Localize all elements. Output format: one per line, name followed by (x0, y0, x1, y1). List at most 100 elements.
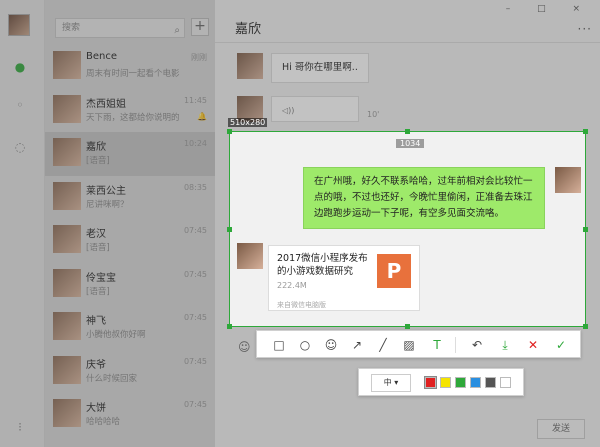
divider (215, 42, 600, 43)
resize-handle[interactable] (583, 129, 588, 134)
add-button[interactable]: + (191, 18, 209, 36)
capture-size-label: 510x280 (228, 118, 268, 127)
favorites-icon[interactable]: ◌ (13, 140, 27, 154)
contact-item[interactable]: 嘉欣 [语音] 10:24 (45, 132, 215, 176)
contact-preview: 周末有时间一起看个电影 (86, 69, 180, 79)
chat-title: 嘉欣 (235, 22, 262, 37)
text-icon[interactable]: T (427, 335, 447, 355)
contact-time: 07:45 (183, 400, 207, 409)
confirm-icon[interactable]: ✓ (551, 335, 571, 355)
contact-name: 神飞 (86, 316, 106, 327)
resize-handle[interactable] (583, 227, 588, 232)
contact-time: 10:24 (183, 139, 207, 148)
contact-preview: [语音] (86, 156, 110, 166)
rect-icon[interactable]: □ (269, 335, 289, 355)
avatar (53, 94, 81, 123)
nav-bar: ● ◦ ◌ ⁝ (0, 0, 45, 447)
contact-name: 大饼 (86, 403, 106, 414)
mosaic-icon[interactable]: ▨ (399, 335, 419, 355)
menu-icon[interactable]: ⁝ (13, 420, 27, 434)
contact-name: 庆爷 (86, 359, 106, 371)
contact-time: 11:45 (183, 95, 207, 105)
contact-item[interactable]: 伶宝宝 [语音] 07:45 (45, 263, 215, 307)
avatar (53, 312, 81, 340)
contact-preview: 小腾他叔你好啊 (86, 330, 146, 340)
capture-center-label: 1034 (396, 139, 425, 148)
resize-handle[interactable] (227, 324, 232, 329)
resize-handle[interactable] (405, 324, 410, 329)
avatar (53, 268, 81, 297)
avatar (53, 138, 81, 166)
contact-item[interactable]: 大饼哈哈哈哈 07:45 (45, 393, 215, 437)
bell-icon: 🔔 (197, 111, 207, 121)
color-swatch[interactable] (500, 377, 511, 388)
contact-name: 嘉欣 (86, 142, 106, 153)
size-select[interactable]: 中 ▾ (371, 374, 411, 392)
avatar (53, 225, 81, 253)
contact-item[interactable]: 老汉 [语音] 07:45 (45, 219, 215, 263)
contact-name: 杰西姐姐 (86, 98, 126, 110)
contact-name: 老汉 (86, 229, 106, 240)
contact-item[interactable]: Bence 周末有时间一起看个电影 刚刚 (45, 45, 215, 89)
avatar (53, 51, 81, 79)
search-input[interactable]: 搜索 ⌕ (55, 18, 185, 38)
contact-item[interactable]: 莱西公主尼讲咪啊？ 08:35 (45, 176, 215, 220)
color-swatch[interactable] (485, 377, 496, 388)
divider (455, 337, 456, 353)
avatar[interactable] (8, 14, 30, 36)
pen-icon[interactable]: ╱ (373, 335, 393, 355)
voice-message[interactable]: ◁)) (271, 96, 359, 122)
more-icon[interactable]: ··· (578, 22, 592, 36)
ellipse-icon[interactable]: ○ (295, 335, 315, 355)
contact-time: 07:45 (183, 226, 207, 235)
contact-time: 07:45 (183, 356, 207, 366)
contact-name: Bence (86, 51, 118, 62)
voice-length: 10' (367, 110, 380, 119)
color-swatch[interactable] (424, 376, 437, 389)
contact-time: 刚刚 (191, 53, 207, 62)
contact-name: 莱西公主 (86, 185, 126, 197)
color-swatch[interactable] (470, 377, 481, 388)
avatar[interactable] (237, 53, 263, 79)
window-controls[interactable]: – □ × (506, 4, 592, 14)
contact-preview: 尼讲咪啊？ (86, 199, 129, 210)
contact-list: Bence 周末有时间一起看个电影 刚刚杰西姐姐天下雨，这都给你说明的 11:45 🔔 嘉… (45, 45, 215, 437)
cancel-icon[interactable]: ✕ (523, 335, 543, 355)
capture-toolbar: □ ○ ☺ ↗ ╱ ▨ T ↶ ⤓ ✕ ✓ (256, 330, 581, 358)
contact-preview: 天下雨，这都给你说明的 (86, 112, 180, 123)
emoji-icon[interactable]: ☺ (238, 340, 251, 354)
color-swatch[interactable] (455, 377, 466, 388)
contact-item[interactable]: 庆爷什么时候回家 07:45 (45, 350, 215, 394)
contact-item[interactable]: 杰西姐姐天下雨，这都给你说明的 11:45 🔔 (45, 89, 215, 133)
capture-selection[interactable] (229, 131, 586, 327)
avatar (53, 399, 81, 427)
color-palette: 中 ▾ (358, 368, 524, 396)
arrow-icon[interactable]: ↗ (347, 335, 367, 355)
contact-name: 伶宝宝 (86, 272, 116, 284)
contact-preview: [语音] (86, 286, 110, 297)
avatar (53, 181, 81, 210)
contact-time: 08:35 (183, 182, 207, 192)
message-bubble: Hi 哥你在哪里啊.. (271, 53, 369, 83)
color-swatch[interactable] (440, 377, 451, 388)
resize-handle[interactable] (227, 129, 232, 134)
search-icon: ⌕ (174, 25, 180, 36)
contact-list-panel: 搜索 ⌕ + Bence 周末有时间一起看个电影 刚刚杰西姐姐天下雨，这都给你说明的… (45, 0, 215, 447)
contact-item[interactable]: 神飞 小腾他叔你好啊 07:45 (45, 306, 215, 350)
contact-preview: [语音] (86, 243, 110, 253)
resize-handle[interactable] (405, 129, 410, 134)
emoji-icon[interactable]: ☺ (321, 335, 341, 355)
search-placeholder: 搜索 (62, 23, 81, 33)
save-icon[interactable]: ⤓ (495, 335, 515, 355)
chat-icon[interactable]: ● (13, 60, 27, 74)
avatar (53, 355, 81, 384)
voice-icon: ◁)) (282, 106, 295, 115)
resize-handle[interactable] (583, 324, 588, 329)
send-button[interactable]: 发送 (537, 419, 585, 439)
contact-preview: 哈哈哈哈 (86, 417, 121, 427)
undo-icon[interactable]: ↶ (467, 335, 487, 355)
contact-preview: 什么时候回家 (86, 373, 138, 384)
contact-time: 07:45 (183, 269, 207, 279)
contacts-icon[interactable]: ◦ (13, 98, 27, 112)
resize-handle[interactable] (227, 227, 232, 232)
